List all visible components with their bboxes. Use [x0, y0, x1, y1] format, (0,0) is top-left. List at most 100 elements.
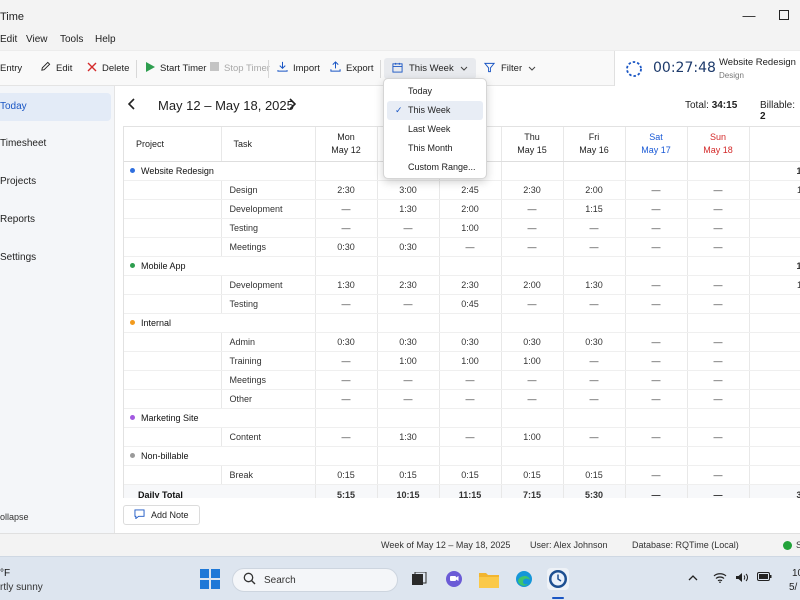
project-cell[interactable]: Non-billable [124, 445, 316, 466]
maximize-icon[interactable] [774, 6, 794, 26]
time-cell[interactable]: 1:30 [377, 427, 440, 447]
time-cell[interactable]: — [687, 199, 750, 219]
next-week-button[interactable] [288, 98, 297, 113]
time-cell[interactable]: 2:00 [439, 199, 502, 219]
time-cell[interactable]: 2:30 [315, 180, 378, 200]
column-header-fri[interactable]: Fri May 16 [563, 127, 626, 162]
chevron-up-icon[interactable] [688, 572, 698, 584]
sidebar-item-projects[interactable]: Projects [0, 168, 111, 196]
time-cell[interactable]: — [687, 389, 750, 409]
time-cell[interactable]: — [501, 294, 564, 314]
edit-button[interactable]: Edit [40, 51, 72, 85]
time-cell[interactable]: 0:30 [377, 237, 440, 257]
time-cell[interactable]: 1:00 [501, 351, 564, 371]
taskbar-search[interactable]: Search [232, 568, 398, 592]
time-cell[interactable]: — [625, 389, 688, 409]
project-row[interactable]: Internal 5:30 [124, 312, 800, 333]
sidebar-item-today[interactable]: Today [0, 93, 111, 121]
time-cell[interactable]: 2:30 [439, 275, 502, 295]
time-cell[interactable]: — [625, 332, 688, 352]
task-row[interactable]: Meetings———————— [124, 370, 800, 390]
menu-tools[interactable]: Tools [60, 34, 83, 45]
time-cell[interactable]: — [315, 218, 378, 238]
time-cell[interactable]: — [563, 427, 626, 447]
time-cell[interactable]: — [315, 199, 378, 219]
column-header-total[interactable]: Tota [749, 127, 800, 162]
time-cell[interactable]: — [315, 427, 378, 447]
time-cell[interactable]: 2:30 [501, 180, 564, 200]
time-cell[interactable]: — [563, 351, 626, 371]
time-cell[interactable]: — [687, 237, 750, 257]
time-cell[interactable]: 1:00 [501, 427, 564, 447]
time-cell[interactable]: 0:45 [439, 294, 502, 314]
time-cell[interactable]: — [377, 370, 440, 390]
volume-icon[interactable] [735, 572, 749, 586]
column-header-thu[interactable]: Thu May 15 [501, 127, 564, 162]
time-cell[interactable]: — [687, 427, 750, 447]
time-cell[interactable]: — [625, 351, 688, 371]
time-cell[interactable]: — [687, 370, 750, 390]
minimize-icon[interactable]: — [739, 6, 759, 26]
task-row[interactable]: Training—1:001:001:00———3:00 [124, 351, 800, 371]
time-cell[interactable]: 3:00 [377, 180, 440, 200]
column-header-sat[interactable]: Sat May 17 [625, 127, 688, 162]
project-row[interactable]: Marketing Site 2:30 [124, 407, 800, 428]
time-cell[interactable]: — [377, 389, 440, 409]
time-cell[interactable]: 1:30 [377, 199, 440, 219]
column-header-mon[interactable]: Mon May 12 [315, 127, 378, 162]
new-entry-button[interactable]: Entry [0, 51, 22, 85]
time-cell[interactable]: — [625, 199, 688, 219]
time-cell[interactable]: — [625, 465, 688, 485]
weather-description[interactable]: rtly sunny [0, 582, 43, 593]
column-header-sun[interactable]: Sun May 18 [687, 127, 750, 162]
time-cell[interactable]: — [315, 370, 378, 390]
task-row[interactable]: Content—1:30—1:00———2:30 [124, 427, 800, 447]
import-button[interactable]: Import [277, 51, 320, 85]
time-cell[interactable]: — [625, 294, 688, 314]
task-row[interactable]: Other———————— [124, 389, 800, 409]
time-cell[interactable]: — [563, 237, 626, 257]
time-cell[interactable]: — [563, 370, 626, 390]
filter-dropdown[interactable]: Filter [476, 58, 544, 79]
time-tracker-app-icon[interactable] [547, 568, 569, 590]
menu-item-today[interactable]: Today [387, 82, 483, 101]
wifi-icon[interactable] [713, 572, 727, 586]
windows-start-icon[interactable] [200, 569, 220, 592]
time-cell[interactable]: 0:30 [315, 332, 378, 352]
time-cell[interactable]: 0:30 [439, 332, 502, 352]
time-cell[interactable]: 0:30 [563, 332, 626, 352]
time-cell[interactable]: 0:15 [501, 465, 564, 485]
sidebar-item-settings[interactable]: Settings [0, 244, 111, 272]
time-cell[interactable]: — [563, 218, 626, 238]
task-row[interactable]: Development—1:302:00—1:15——4:45 [124, 199, 800, 219]
menu-item-this-month[interactable]: This Month [387, 139, 483, 158]
time-cell[interactable]: 0:15 [315, 465, 378, 485]
project-cell[interactable]: Mobile App [124, 255, 316, 276]
clock-date[interactable]: 5/ [789, 582, 797, 593]
collapse-button[interactable]: ollapse [0, 512, 29, 522]
time-cell[interactable]: 0:15 [439, 465, 502, 485]
file-explorer-icon[interactable] [478, 568, 500, 590]
project-cell[interactable]: Marketing Site [124, 407, 316, 428]
active-timer[interactable]: 00:27:48 Website Redesign Design [614, 51, 800, 86]
task-view-icon[interactable] [408, 568, 430, 590]
time-cell[interactable]: — [625, 427, 688, 447]
column-header-task[interactable]: Task [221, 127, 316, 162]
time-cell[interactable]: 2:00 [501, 275, 564, 295]
time-cell[interactable]: — [563, 294, 626, 314]
task-row[interactable]: Admin0:300:300:300:300:30——2:30 [124, 332, 800, 352]
clock-time[interactable]: 10 [792, 568, 800, 579]
time-cell[interactable]: 1:00 [439, 218, 502, 238]
time-cell[interactable]: — [377, 218, 440, 238]
time-cell[interactable]: — [687, 332, 750, 352]
time-cell[interactable]: — [439, 370, 502, 390]
time-cell[interactable]: — [625, 370, 688, 390]
time-cell[interactable]: — [687, 180, 750, 200]
weather-temperature[interactable]: °F [0, 568, 10, 579]
time-cell[interactable]: — [439, 389, 502, 409]
stop-timer-button[interactable]: Stop Timer [210, 51, 270, 85]
sidebar-item-reports[interactable]: Reports [0, 206, 111, 234]
battery-icon[interactable] [757, 572, 772, 584]
time-cell[interactable]: — [439, 237, 502, 257]
project-row[interactable]: Non-billable — [124, 445, 800, 466]
